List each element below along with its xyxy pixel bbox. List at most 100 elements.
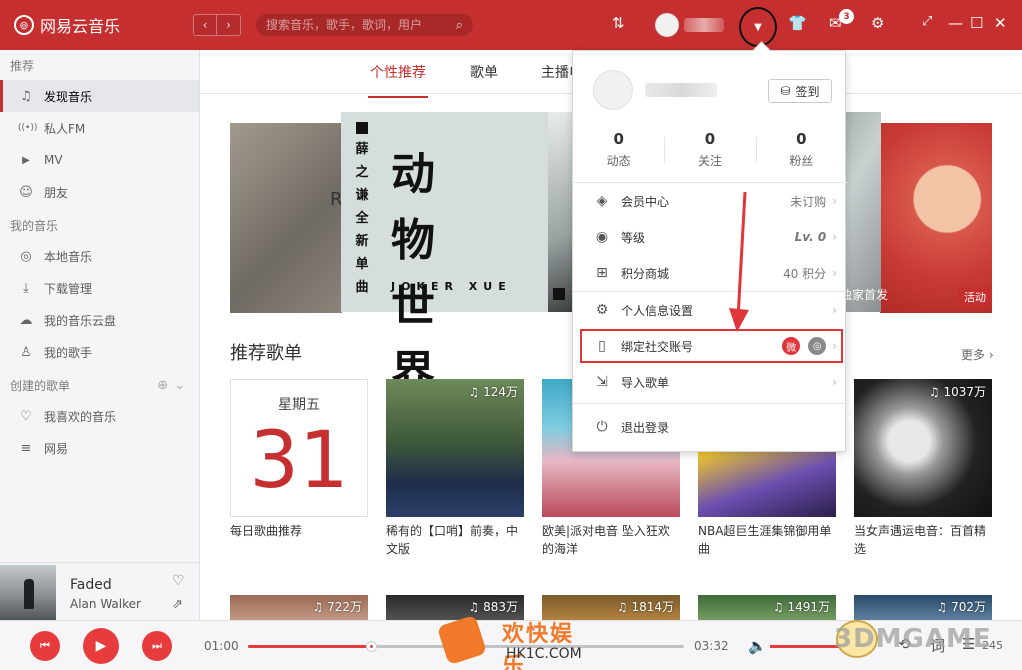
- settings-icon: ⚙: [593, 302, 611, 318]
- heart-icon: ♡: [18, 409, 34, 424]
- menu-item-import-playlist[interactable]: ⇲ 导入歌单 ›: [573, 364, 847, 400]
- watermark-hk1c: 欢快娱乐 HK1C.COM: [436, 612, 596, 670]
- playlist-title[interactable]: 欧美|派对电音 坠入狂欢的海洋: [542, 522, 680, 558]
- stat-value: 0: [664, 130, 755, 148]
- banner-headline-line1: 动 物: [391, 142, 548, 274]
- banner-prev-slide[interactable]: R: [230, 123, 342, 313]
- daily-recommend-card[interactable]: 星期五 31: [230, 379, 368, 517]
- sidebar-item-netease[interactable]: ≡ 网易: [0, 432, 199, 464]
- progress-knob[interactable]: [366, 641, 377, 652]
- sync-icon[interactable]: ⇅: [612, 14, 625, 32]
- menu-item-vip[interactable]: ◈ 会员中心 未订购 ›: [573, 183, 847, 219]
- dropdown-avatar[interactable]: [593, 70, 633, 110]
- play-count: ♫ 124万: [469, 383, 518, 400]
- playlist-title[interactable]: 稀有的【口哨】前奏，中文版: [386, 522, 524, 558]
- add-playlist-icon[interactable]: ⊕: [157, 372, 168, 400]
- user-avatar[interactable]: [655, 13, 679, 37]
- play-icon: ▶: [96, 638, 107, 654]
- close-icon[interactable]: ✕: [994, 14, 1007, 32]
- now-playing-panel[interactable]: Faded Alan Walker ♡ ⇗: [0, 562, 200, 620]
- radio-icon: ((•)): [18, 123, 34, 133]
- play-count-value: 1491万: [787, 600, 830, 614]
- first-release-tag: 独家首发: [840, 286, 888, 303]
- mail-badge: 3: [839, 9, 854, 24]
- signin-button[interactable]: ⛁ 签到: [768, 79, 832, 103]
- stat-following[interactable]: 0 关注: [664, 127, 755, 182]
- sidebar-item-cloud[interactable]: ☁ 我的音乐云盘: [0, 304, 199, 336]
- banner-headline: 动 物 世 界: [391, 142, 548, 406]
- volume-icon[interactable]: 🔈: [748, 637, 767, 655]
- app-title: 网易云音乐: [40, 13, 120, 37]
- watermark-3dm: 3DMGAME: [834, 624, 992, 654]
- banner-char: 之: [355, 161, 368, 180]
- search-box[interactable]: ⌕: [256, 14, 473, 36]
- sidebar-item-label: 本地音乐: [44, 248, 92, 265]
- share-icon[interactable]: ⇗: [172, 597, 183, 612]
- stat-events[interactable]: 0 动态: [573, 127, 664, 182]
- recommended-playlists-title[interactable]: 推荐歌单: [230, 339, 302, 365]
- play-count: ♫ 702万: [937, 598, 986, 615]
- progress-fill: [248, 645, 371, 648]
- tab-personal[interactable]: 个性推荐: [370, 62, 426, 82]
- minimize-icon[interactable]: —: [948, 14, 963, 32]
- collapse-chevron-icon[interactable]: ⌄: [174, 372, 185, 400]
- now-playing-title: Faded: [70, 577, 112, 593]
- menu-item-label: 积分商城: [621, 265, 669, 282]
- menu-item-logout[interactable]: ⏻ 退出登录: [573, 409, 847, 445]
- sidebar-item-fm[interactable]: ((•)) 私人FM: [0, 112, 199, 144]
- app-logo[interactable]: ⊚ 网易云音乐: [14, 13, 120, 37]
- sidebar-item-mv[interactable]: ▶ MV: [0, 144, 199, 176]
- skin-icon[interactable]: 👕: [788, 14, 807, 32]
- playlist-title[interactable]: NBA超巨生涯集锦御用单曲: [698, 522, 836, 558]
- sidebar-item-download[interactable]: ⤓ 下载管理: [0, 272, 199, 304]
- tab-playlists[interactable]: 歌单: [470, 62, 498, 82]
- mini-mode-icon[interactable]: ⤢: [922, 14, 932, 29]
- menu-item-profile-settings[interactable]: ⚙ 个人信息设置 ›: [573, 292, 847, 328]
- menu-item-label: 等级: [621, 229, 645, 246]
- play-count: ♫ 1814万: [617, 598, 674, 615]
- sidebar-item-local[interactable]: ◎ 本地音乐: [0, 240, 199, 272]
- more-link[interactable]: 更多 ›: [961, 346, 994, 363]
- playlist-card[interactable]: ♫ 1491万: [698, 595, 836, 620]
- playlist-card[interactable]: ♫ 722万: [230, 595, 368, 620]
- history-nav: ‹ ›: [193, 14, 241, 36]
- playlist-title[interactable]: 当女声遇运电音：百首精选: [854, 522, 992, 558]
- dropdown-username-blurred[interactable]: [645, 83, 717, 97]
- maximize-icon[interactable]: ☐: [970, 14, 983, 32]
- play-count-value: 1814万: [631, 600, 674, 614]
- sidebar-item-liked[interactable]: ♡ 我喜欢的音乐: [0, 400, 199, 432]
- chevron-right-icon: ›: [832, 266, 837, 280]
- cloud-icon: ☁: [18, 313, 34, 328]
- playlist-card[interactable]: ♫ 702万: [854, 595, 992, 620]
- daily-recommend-title[interactable]: 每日歌曲推荐: [230, 522, 368, 540]
- sidebar-item-friends[interactable]: ☺ 朋友: [0, 176, 199, 208]
- sidebar-section-created: 创建的歌单 ⊕ ⌄: [0, 372, 199, 400]
- username-blurred[interactable]: [684, 18, 724, 32]
- playlist-card[interactable]: ♫ 1037万: [854, 379, 992, 517]
- now-playing-cover[interactable]: [0, 565, 56, 621]
- download-icon: ⤓: [18, 281, 34, 296]
- previous-track-button[interactable]: ⏮: [30, 631, 60, 661]
- like-heart-icon[interactable]: ♡: [172, 573, 185, 589]
- settings-gear-icon[interactable]: ⚙: [871, 14, 884, 32]
- user-menu-dropdown-button[interactable]: ▼: [739, 7, 777, 47]
- banner-next-slide[interactable]: 活动: [880, 123, 992, 313]
- back-button[interactable]: ‹: [193, 14, 217, 36]
- menu-item-label: 退出登录: [621, 419, 669, 436]
- now-playing-artist[interactable]: Alan Walker: [70, 597, 141, 611]
- sidebar-item-singer[interactable]: ♙ 我的歌手: [0, 336, 199, 368]
- search-icon[interactable]: ⌕: [456, 18, 463, 33]
- sidebar-item-discover[interactable]: ♫ 发现音乐: [0, 80, 199, 112]
- play-count: ♫ 722万: [313, 598, 362, 615]
- stat-followers[interactable]: 0 粉丝: [756, 127, 847, 182]
- menu-item-level[interactable]: ◉ 等级 Lv. 0 ›: [573, 219, 847, 255]
- next-track-button[interactable]: ⏭: [142, 631, 172, 661]
- sidebar-item-label: 私人FM: [44, 120, 85, 137]
- more-link-label: 更多: [961, 348, 985, 362]
- banner-square-mark: [356, 122, 368, 134]
- search-input[interactable]: [266, 18, 446, 32]
- menu-item-points-mall[interactable]: ⊞ 积分商城 40 积分 ›: [573, 255, 847, 291]
- play-button[interactable]: ▶: [83, 628, 119, 664]
- forward-button[interactable]: ›: [217, 14, 241, 36]
- playlist-card[interactable]: ♫ 124万: [386, 379, 524, 517]
